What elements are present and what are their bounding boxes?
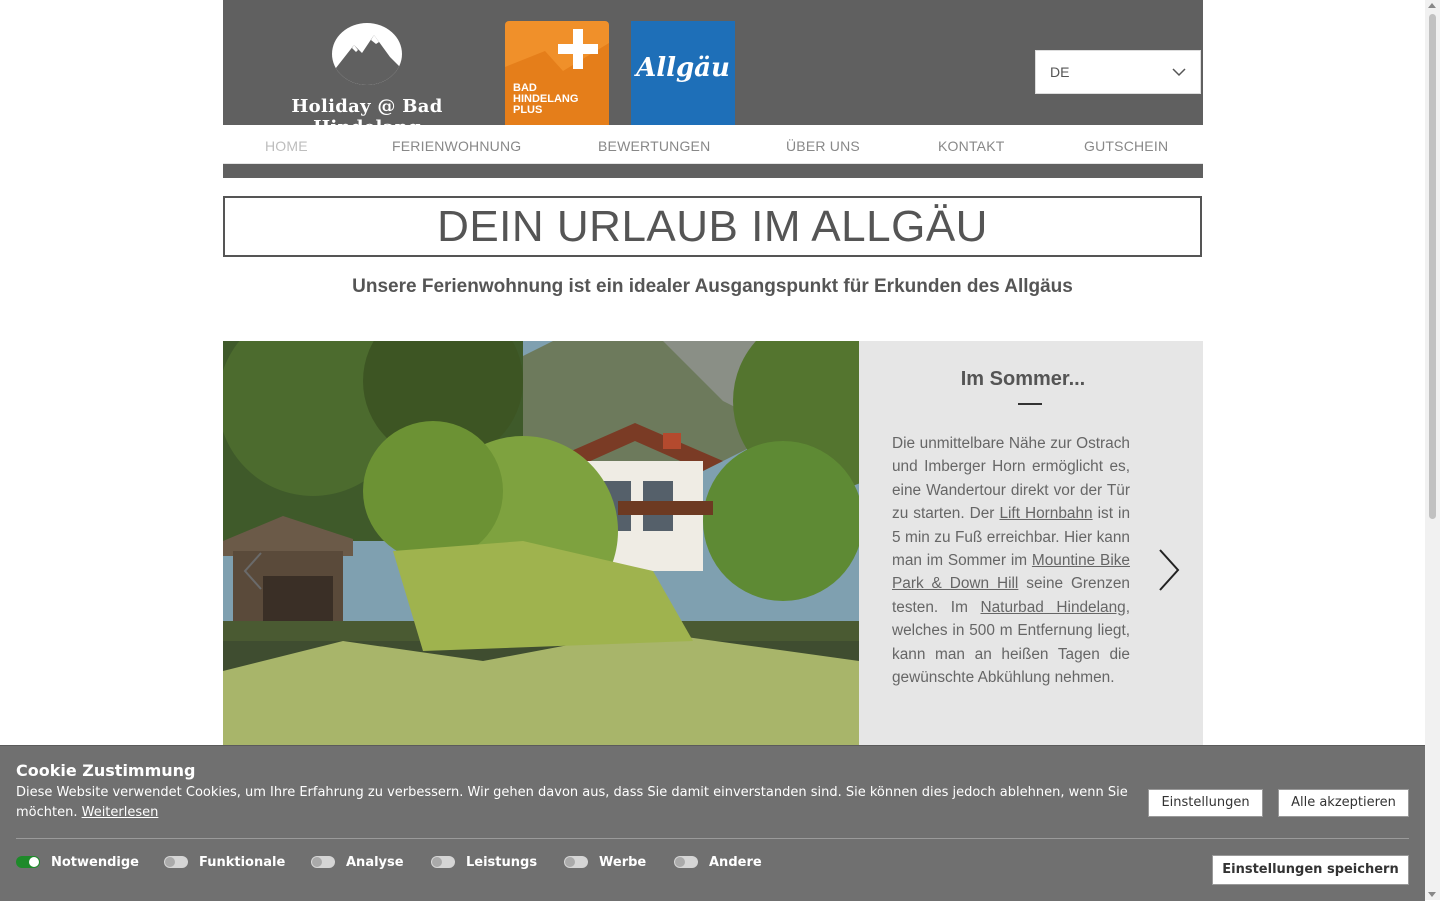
- scroll-down-arrow-icon[interactable]: [1428, 892, 1436, 897]
- toggle-werbe[interactable]: Werbe: [564, 854, 646, 870]
- toggle-label: Analyse: [346, 854, 404, 870]
- scroll-up-arrow-icon[interactable]: [1428, 3, 1436, 8]
- nav-gutschein[interactable]: GUTSCHEIN: [1084, 138, 1168, 154]
- cookie-title: Cookie Zustimmung: [16, 761, 196, 780]
- badge-plus-text: BAD HINDELANG PLUS: [513, 82, 579, 116]
- chevron-down-icon: [1172, 64, 1186, 83]
- accept-all-button[interactable]: Alle akzeptieren: [1278, 789, 1409, 817]
- toggle-leistungs[interactable]: Leistungs: [431, 854, 537, 870]
- link-naturbad-hindelang[interactable]: Naturbad Hindelang: [981, 599, 1126, 616]
- language-select[interactable]: DE: [1035, 50, 1201, 94]
- slide-prev-arrow-icon[interactable]: [243, 551, 263, 595]
- cookie-consent-banner: Cookie Zustimmung Diese Website verwende…: [0, 745, 1425, 901]
- page-scrollbar[interactable]: [1425, 0, 1440, 900]
- page-title-box: DEIN URLAUB IM ALLGÄU: [223, 196, 1202, 257]
- read-more-link[interactable]: Weiterlesen: [82, 805, 159, 820]
- toggle-label: Notwendige: [51, 854, 139, 870]
- slide-body-text: Die unmittelbare Nähe zur Ostrach und Im…: [892, 432, 1130, 689]
- link-lift-hornbahn[interactable]: Lift Hornbahn: [999, 505, 1092, 522]
- toggle-analyse[interactable]: Analyse: [311, 854, 404, 870]
- toggle-funktionale[interactable]: Funktionale: [164, 854, 285, 870]
- nav-ueber-uns[interactable]: ÜBER UNS: [786, 138, 860, 154]
- language-value: DE: [1050, 64, 1070, 80]
- allgau-badge[interactable]: Allgäu: [631, 21, 735, 125]
- slide-next-arrow-icon[interactable]: [1157, 548, 1181, 596]
- toggle-andere[interactable]: Andere: [674, 854, 762, 870]
- toggle-switch-off[interactable]: [674, 856, 698, 868]
- cookie-text: Diese Website verwendet Cookies, um Ihre…: [16, 785, 1128, 820]
- toggle-notwendige[interactable]: Notwendige: [16, 854, 139, 870]
- nav-bewertungen[interactable]: BEWERTUNGEN: [598, 138, 710, 154]
- nav-ferienwohnung[interactable]: FERIENWOHNUNG: [392, 138, 521, 154]
- scrollbar-thumb[interactable]: [1429, 14, 1436, 519]
- slide-photo-house-garden: [223, 341, 859, 746]
- toggle-label: Leistungs: [466, 854, 538, 870]
- toggle-label: Andere: [709, 854, 762, 870]
- toggle-label: Werbe: [599, 854, 647, 870]
- cookie-settings-button[interactable]: Einstellungen: [1148, 789, 1263, 817]
- nav-kontakt[interactable]: KONTAKT: [938, 138, 1004, 154]
- toggle-switch-off[interactable]: [164, 856, 188, 868]
- save-settings-button[interactable]: Einstellungen speichern: [1212, 855, 1409, 885]
- toggle-label: Funktionale: [199, 854, 286, 870]
- site-header: Holiday @ Bad Hindelang BAD HINDELANG PL…: [223, 0, 1203, 138]
- cookie-description: Diese Website verwendet Cookies, um Ihre…: [16, 783, 1136, 823]
- toggle-switch-off[interactable]: [431, 856, 455, 868]
- mountain-logo-icon: [332, 23, 402, 85]
- page-subtitle: Unsere Ferienwohnung ist ein idealer Aus…: [352, 276, 1073, 297]
- slide-heading-rule: [1018, 403, 1042, 405]
- main-nav: HOME FERIENWOHNUNG BEWERTUNGEN ÜBER UNS …: [223, 125, 1203, 164]
- nav-home[interactable]: HOME: [265, 138, 308, 154]
- slideshow: Im Sommer... Die unmittelbare Nähe zur O…: [223, 341, 1203, 746]
- bad-hindelang-plus-badge[interactable]: BAD HINDELANG PLUS: [505, 21, 609, 125]
- page-title: DEIN URLAUB IM ALLGÄU: [437, 202, 988, 251]
- slide-text-panel: Im Sommer... Die unmittelbare Nähe zur O…: [859, 341, 1203, 746]
- toggle-switch-off[interactable]: [564, 856, 588, 868]
- nav-divider-bar: [223, 164, 1203, 178]
- allgau-wordmark: Allgäu: [636, 53, 730, 83]
- slide-heading: Im Sommer...: [960, 368, 1086, 390]
- site-logo[interactable]: Holiday @ Bad Hindelang: [249, 20, 485, 138]
- toggle-switch-off[interactable]: [311, 856, 335, 868]
- toggle-switch-on[interactable]: [16, 856, 40, 868]
- cookie-divider: [16, 838, 1409, 839]
